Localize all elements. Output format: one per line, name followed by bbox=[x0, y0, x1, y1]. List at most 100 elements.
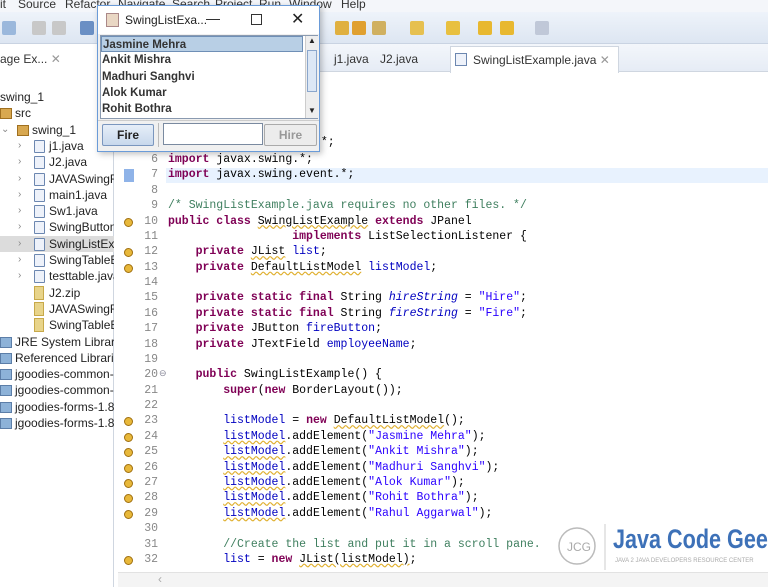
line-number: 8 bbox=[151, 183, 158, 197]
code-token: import bbox=[168, 168, 210, 182]
toolbar-button[interactable] bbox=[372, 21, 386, 35]
tree-item[interactable]: jgoodies-forms-1.8.0 bbox=[0, 415, 114, 431]
warning-icon[interactable] bbox=[124, 432, 133, 442]
tab-label: SwingListExample.java bbox=[473, 53, 597, 67]
scroll-left-icon[interactable]: ‹ bbox=[158, 572, 162, 586]
tree-item[interactable]: jgoodies-common-1 bbox=[0, 366, 114, 382]
scroll-down-icon[interactable]: ▼ bbox=[308, 106, 316, 115]
tree-item[interactable]: JRE System Library [Ja bbox=[0, 334, 114, 350]
line-number: 9 bbox=[151, 199, 158, 213]
code-token: "Ankit Mishra" bbox=[368, 445, 465, 459]
code-token: listModel bbox=[223, 445, 286, 459]
toolbar-button[interactable] bbox=[500, 21, 514, 35]
chevron-right-icon[interactable]: › bbox=[18, 268, 21, 284]
tree-item[interactable]: › testtable.java bbox=[0, 268, 114, 284]
tree-item-label: JAVASwingFor bbox=[49, 171, 114, 186]
java-icon bbox=[34, 139, 45, 153]
list-item[interactable]: Rohit Bothra bbox=[101, 101, 303, 117]
lib-icon bbox=[0, 336, 12, 348]
toolbar-button[interactable] bbox=[335, 21, 349, 35]
code-token: ); bbox=[451, 475, 465, 489]
toolbar-button[interactable] bbox=[352, 21, 366, 35]
chevron-right-icon[interactable]: › bbox=[18, 171, 21, 187]
chevron-right-icon[interactable]: › bbox=[18, 203, 21, 219]
java-icon bbox=[34, 188, 45, 202]
warning-icon[interactable] bbox=[124, 555, 133, 565]
tree-item[interactable]: SwingTableExa bbox=[0, 317, 114, 333]
swing-window: SwingListExa... — ✕ Rohit Bothra Alok Kum… bbox=[97, 5, 320, 152]
package-explorer-tab[interactable]: age Ex... ✕ bbox=[0, 46, 64, 72]
tree-item[interactable]: › Sw1.java bbox=[0, 203, 114, 219]
employee-list[interactable]: Rohit Bothra Alok Kumar Madhuri Sanghvi Ank… bbox=[100, 35, 318, 119]
tree-item[interactable]: › SwingButtonE bbox=[0, 219, 114, 235]
toolbar-button[interactable] bbox=[32, 21, 46, 35]
toolbar-button[interactable] bbox=[478, 21, 492, 35]
code-line: listModel.addElement("Alok Kumar"); bbox=[168, 476, 465, 489]
toolbar-button[interactable] bbox=[2, 21, 16, 35]
close-icon[interactable]: ✕ bbox=[51, 52, 61, 66]
toolbar-button[interactable] bbox=[446, 21, 460, 35]
tree-item[interactable]: Referenced Libraries bbox=[0, 350, 114, 366]
warning-icon[interactable] bbox=[124, 217, 133, 227]
code-token: ; bbox=[520, 291, 527, 305]
code-token: JPanel bbox=[423, 214, 472, 228]
tree-item[interactable]: jgoodies-forms-1.8.0 bbox=[0, 399, 114, 415]
warning-icon[interactable] bbox=[124, 463, 133, 473]
tree-item[interactable]: jgoodies-common-1 bbox=[0, 382, 114, 398]
tree-item[interactable]: › SwingListExan bbox=[0, 235, 114, 252]
tree-item-label: jgoodies-forms-1.8.0 bbox=[15, 399, 114, 414]
title-bar[interactable]: SwingListExa... — ✕ bbox=[98, 6, 319, 34]
chevron-right-icon[interactable]: › bbox=[18, 138, 21, 154]
tree-item-label: jgoodies-common-1 bbox=[15, 383, 114, 398]
tree-item[interactable]: › J2.java bbox=[0, 154, 114, 170]
editor-tab[interactable]: SwingListExample.java ✕ bbox=[450, 46, 619, 73]
close-icon[interactable]: ✕ bbox=[596, 53, 610, 67]
tree-item[interactable]: › SwingTableExa bbox=[0, 252, 114, 268]
menu-item[interactable]: Source bbox=[18, 0, 56, 11]
tree-item[interactable]: J2.zip bbox=[0, 285, 114, 301]
scroll-up-icon[interactable]: ▲ bbox=[308, 36, 316, 45]
tree-item[interactable]: › main1.java bbox=[0, 187, 114, 203]
tree-item[interactable]: JAVASwingFor bbox=[0, 301, 114, 317]
chevron-right-icon[interactable]: › bbox=[18, 154, 21, 170]
list-item[interactable]: Jasmine Mehra bbox=[101, 36, 303, 52]
close-button[interactable]: ✕ bbox=[291, 9, 304, 29]
java-file-icon bbox=[455, 53, 467, 66]
chevron-right-icon[interactable]: › bbox=[18, 219, 21, 235]
warning-icon[interactable] bbox=[124, 263, 133, 273]
warning-icon[interactable] bbox=[124, 478, 133, 488]
warning-icon[interactable] bbox=[124, 509, 133, 519]
scroll-thumb[interactable] bbox=[307, 50, 317, 92]
code-token: new bbox=[271, 552, 293, 566]
toolbar-button[interactable] bbox=[410, 21, 424, 35]
chevron-right-icon[interactable]: › bbox=[18, 236, 21, 252]
list-item[interactable]: Ankit Mishra bbox=[101, 52, 303, 68]
fire-button[interactable]: Fire bbox=[102, 124, 154, 146]
toolbar-button[interactable] bbox=[52, 21, 66, 35]
tree-item[interactable]: › JAVASwingFor bbox=[0, 171, 114, 187]
fold-icon[interactable]: ⊖ bbox=[159, 368, 167, 379]
editor-tab[interactable]: j1.java bbox=[334, 52, 369, 66]
menu-item[interactable]: it bbox=[0, 0, 6, 11]
horizontal-scrollbar[interactable]: ‹ bbox=[118, 572, 768, 587]
chevron-right-icon[interactable]: › bbox=[18, 252, 21, 268]
minimize-button[interactable]: — bbox=[206, 10, 220, 26]
toolbar-button[interactable] bbox=[535, 21, 549, 35]
employee-name-field[interactable] bbox=[163, 123, 263, 145]
hire-button[interactable]: Hire bbox=[264, 124, 317, 146]
chevron-down-icon[interactable]: ⌄ bbox=[1, 122, 9, 138]
tree-item-label: SwingButtonE bbox=[49, 220, 114, 235]
list-scrollbar[interactable]: ▲ ▼ bbox=[305, 36, 318, 118]
menu-item[interactable]: Help bbox=[341, 0, 366, 11]
code-line: import javax.swing.*; bbox=[168, 153, 313, 166]
chevron-right-icon[interactable]: › bbox=[18, 187, 21, 203]
toolbar-button[interactable] bbox=[80, 21, 94, 35]
list-item[interactable]: Madhuri Sanghvi bbox=[101, 69, 303, 85]
tree-item-label: swing_1 bbox=[0, 90, 45, 104]
code-line: listModel = new DefaultListModel(); bbox=[168, 414, 465, 427]
editor-tab[interactable]: J2.java bbox=[380, 52, 418, 66]
list-item[interactable]: Alok Kumar bbox=[101, 85, 303, 101]
maximize-button[interactable] bbox=[251, 14, 262, 25]
